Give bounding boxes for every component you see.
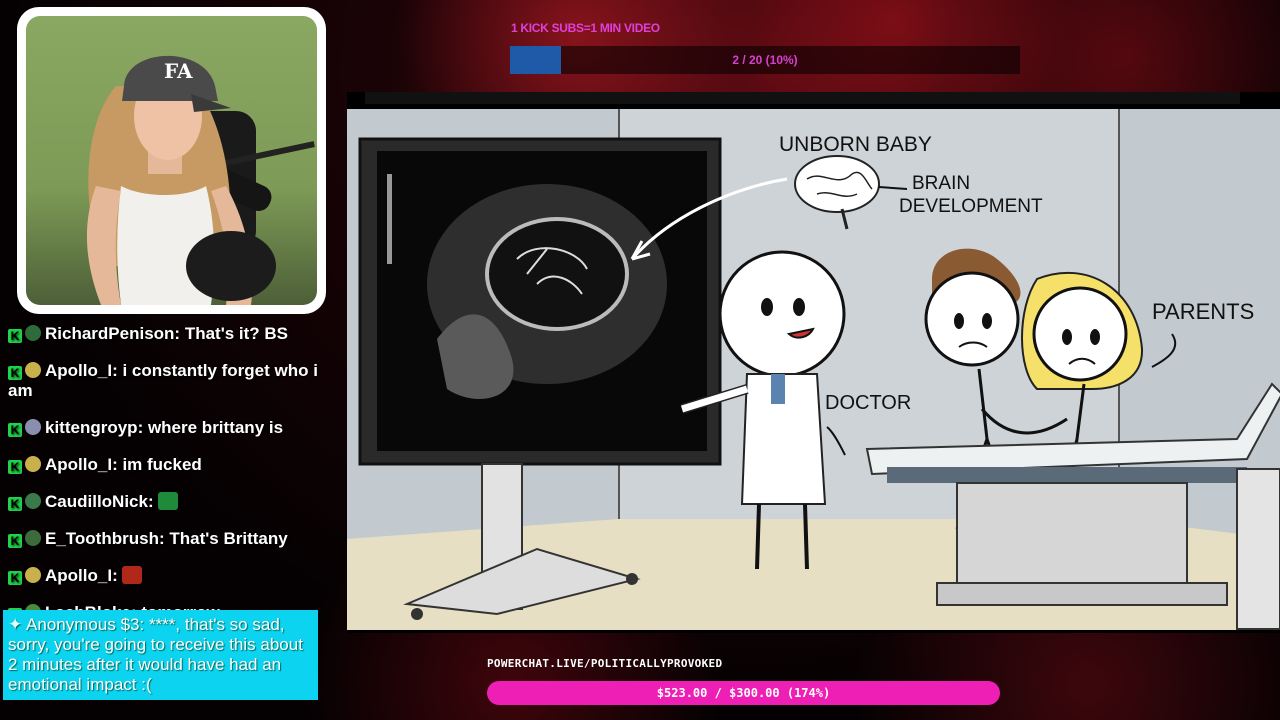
chat-text: where brittany is xyxy=(147,418,284,437)
chat-username[interactable]: RichardPenison xyxy=(45,324,174,343)
powerchat-goal-text: $523.00 / $300.00 (174%) xyxy=(656,686,831,700)
user-avatar xyxy=(25,325,41,341)
cartoon-scene: UNBORN BABY BRAIN DEVELOPMENT PARENTS DO… xyxy=(347,109,1280,630)
chat-message: K Apollo_I: im fucked xyxy=(0,453,330,477)
chat-message: K Apollo_I: xyxy=(0,564,330,588)
chat-panel: K RichardPenison: That's it? BS K Apollo_I:… xyxy=(0,322,330,638)
streamer-image: FA xyxy=(86,55,315,305)
diamond-icon: ✦ xyxy=(8,615,23,634)
kick-badge-icon: K xyxy=(8,329,22,343)
user-avatar xyxy=(25,419,41,435)
label-parents: PARENTS xyxy=(1152,299,1254,324)
video-player[interactable]: UNBORN BABY BRAIN DEVELOPMENT PARENTS DO… xyxy=(347,92,1280,633)
user-avatar xyxy=(25,362,41,378)
user-avatar xyxy=(25,567,41,583)
sub-goal-progress-bar: 2 / 20 (10%) xyxy=(510,46,1020,74)
kick-badge-icon: K xyxy=(8,571,22,585)
video-frame[interactable]: UNBORN BABY BRAIN DEVELOPMENT PARENTS DO… xyxy=(347,109,1280,630)
kick-badge-icon: K xyxy=(8,460,22,474)
chat-message: Kkittengroyp: where brittany is xyxy=(0,416,330,440)
chat-username[interactable]: Apollo_I xyxy=(45,566,112,585)
chat-text: That's it? BS xyxy=(184,324,289,343)
kick-badge-icon: K xyxy=(8,423,22,437)
chat-username[interactable]: E_Toothbrush xyxy=(45,529,159,548)
sub-goal-progress-text: 2 / 20 (10%) xyxy=(732,53,798,67)
chat-username[interactable]: kittengroyp xyxy=(45,418,138,437)
svg-text:FA: FA xyxy=(164,59,193,83)
chat-message: K E_Toothbrush: That's Brittany xyxy=(0,527,330,551)
user-avatar xyxy=(25,493,41,509)
chat-message: K Apollo_I: i constantly forget who i am xyxy=(8,361,318,400)
chat-text: That's Brittany xyxy=(169,529,288,548)
chat-username[interactable]: Apollo_I xyxy=(45,455,112,474)
label-development: DEVELOPMENT xyxy=(899,196,1043,217)
chat-message: K RichardPenison: That's it? BS xyxy=(0,322,330,346)
powerchat-goal-bar: $523.00 / $300.00 (174%) xyxy=(487,681,1000,705)
red-face-emote xyxy=(122,566,143,584)
webcam-feed: FA xyxy=(26,16,317,305)
chat-username[interactable]: Apollo_I xyxy=(45,361,112,380)
powerchat-url: POWERCHAT.LIVE/POLITICALLYPROVOKED xyxy=(487,657,723,670)
webcam-frame: FA xyxy=(17,7,326,314)
kick-badge-icon: K xyxy=(8,534,22,548)
green-bag-emote xyxy=(158,492,179,510)
label-brain: BRAIN xyxy=(912,173,970,194)
donation-message: ✦ Anonymous $3: ****, that's so sad, sor… xyxy=(3,610,318,700)
user-avatar xyxy=(25,530,41,546)
chat-text: im fucked xyxy=(122,455,202,474)
sub-goal-label: 1 KICK SUBS=1 MIN VIDEO xyxy=(511,21,660,35)
chat-message: K CaudilloNick: xyxy=(0,490,330,514)
user-avatar xyxy=(25,456,41,472)
kick-badge-icon: K xyxy=(8,497,22,511)
donation-amount: $3 xyxy=(120,615,140,634)
video-top-strip xyxy=(365,92,1240,104)
donation-user: Anonymous xyxy=(26,615,116,634)
kick-badge-icon: K xyxy=(8,366,22,380)
label-doctor: DOCTOR xyxy=(825,392,911,414)
label-unborn-baby: UNBORN BABY xyxy=(779,133,932,156)
chat-username[interactable]: CaudilloNick xyxy=(45,492,148,511)
